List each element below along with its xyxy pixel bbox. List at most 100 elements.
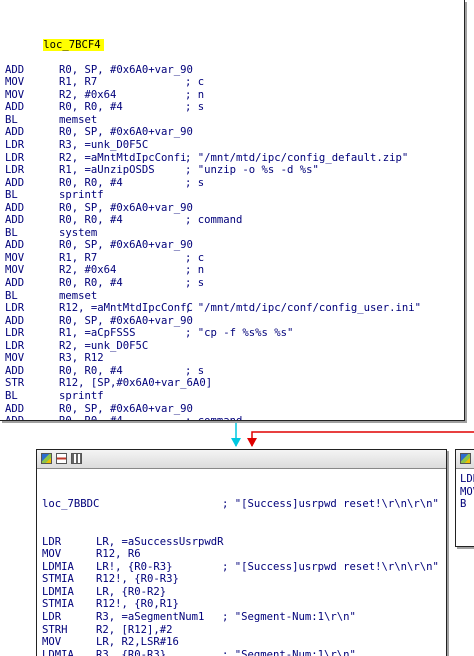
instruction-row[interactable]: LDR R1, =aUnzipOSDS ; "unzip -o %s -d %s" xyxy=(5,164,421,177)
instruction-row[interactable]: LDR R12, =aMntMtdIpcConfC; "/mnt/mtd/ipc/… xyxy=(5,302,421,315)
block-label[interactable]: loc_7BCF4 xyxy=(43,38,104,51)
comment: ; "unzip -o %s -d %s" xyxy=(185,164,319,177)
mnemonic: ADD xyxy=(5,101,25,114)
instruction-row[interactable]: BL memset xyxy=(5,114,421,127)
node-titlebar xyxy=(456,450,474,469)
instruction-row[interactable]: ADD R0, R0, #4 ; s xyxy=(5,101,421,114)
instruction-row[interactable]: ADD R0, SP, #0x6A0+var_90 xyxy=(5,64,421,77)
instruction-row[interactable]: ADD R0, SP, #0x6A0+var_90 xyxy=(5,202,421,215)
comment: ; command xyxy=(185,415,242,420)
instruction-row[interactable]: LDMIA LR, {R0-R2} xyxy=(42,586,439,599)
instruction-row[interactable]: ADD R0, SP, #0x6A0+var_90 xyxy=(5,315,421,328)
instruction-row[interactable]: MOV R12, R6 xyxy=(42,548,439,561)
mnemonic: STRH xyxy=(42,623,68,636)
mnemonic: LDR xyxy=(5,139,25,152)
color-icon[interactable] xyxy=(41,453,52,464)
instruction-row[interactable]: B xyxy=(460,498,474,511)
instruction-row[interactable]: ADD R0, R0, #4 ; s xyxy=(5,277,421,290)
operands: memset xyxy=(59,289,98,302)
instruction-row[interactable]: MOV R3, R12 xyxy=(5,352,421,365)
mnemonic: LDR xyxy=(42,535,62,548)
mnemonic: ADD xyxy=(5,214,25,227)
operands: R2, =aMntMtdIpcConfi xyxy=(59,151,187,164)
operands: R2, [R12],#2 xyxy=(96,623,173,636)
mnemonic: MOV xyxy=(42,548,62,561)
instruction-row[interactable]: ADD R0, SP, #0x6A0+var_90 xyxy=(5,126,421,139)
instruction-row[interactable]: ADD R0, SP, #0x6A0+var_90 xyxy=(5,239,421,252)
color-icon[interactable] xyxy=(460,453,471,464)
edge-red-arrow xyxy=(247,438,257,447)
instruction-row[interactable]: ADD R0, R0, #4 ; s xyxy=(5,365,421,378)
operands: R0, SP, #0x6A0+var_90 xyxy=(59,239,193,252)
instruction-row[interactable]: MOV R1, R7 ; c xyxy=(5,252,421,265)
mnemonic: STMIA xyxy=(42,598,74,611)
instruction-row[interactable]: LDR R2, =unk_D0F5C xyxy=(5,340,421,353)
comment: ; "/mnt/mtd/ipc/conf/config_user.ini" xyxy=(185,302,421,315)
comment: ; "[Success]usrpwd reset!\r\n\r\n" xyxy=(222,560,439,573)
instruction-row[interactable]: ADD R0, SP, #0x6A0+var_90 xyxy=(5,403,421,416)
group-icon[interactable] xyxy=(71,453,82,464)
operands: R12, [SP,#0x6A0+var_6A0] xyxy=(59,377,213,390)
instruction-row[interactable]: BL memset xyxy=(5,290,421,303)
instruction-row[interactable]: LDMIA LR!, {R0-R3} ; "[Success]usrpwd rese… xyxy=(42,561,439,574)
basic-block-loc-7bbdc[interactable]: loc_7BBDC ; "[Success]usrpwd reset!\r\n\… xyxy=(36,449,447,656)
instruction-row[interactable]: STMIA R12!, {R0,R1} xyxy=(42,598,439,611)
mnemonic: ADD xyxy=(5,201,25,214)
edge-cyan-arrow xyxy=(231,438,241,447)
operands: R0, R0, #4 xyxy=(59,214,123,227)
operands: R0, SP, #0x6A0+var_90 xyxy=(59,314,193,327)
basic-block-loc-7bcf4[interactable]: loc_7BCF4 ADD R0, SP, #0x6A0+var_90 MOV R1,… xyxy=(0,0,465,421)
instruction-row[interactable]: MOV R1, R7 ; c xyxy=(5,76,421,89)
instruction-row[interactable]: LDR R3, =aSegmentNum1 ; "Segment-Num:1\r\n… xyxy=(42,611,439,624)
comment: ; "Segment-Num:1\r\n" xyxy=(222,611,356,624)
operands: R12!, {R0,R1} xyxy=(96,598,179,611)
operands: sprintf xyxy=(59,189,104,202)
instruction-row[interactable]: LDR xyxy=(460,473,474,486)
instruction-row[interactable]: BL system xyxy=(5,227,421,240)
instruction-row[interactable]: LDR R3, =unk_D0F5C xyxy=(5,139,421,152)
instruction-row[interactable]: ADD R0, R0, #4 ; s xyxy=(5,177,421,190)
operands: LR, =aSuccessUsrpwdR xyxy=(96,535,224,548)
mnemonic: LDR xyxy=(5,339,25,352)
operands: R0, SP, #0x6A0+var_90 xyxy=(59,126,193,139)
mnemonic: STR xyxy=(5,377,25,390)
instruction-row[interactable]: MOV R2, #0x64 ; n xyxy=(5,264,421,277)
instruction-row[interactable]: MOV xyxy=(460,486,474,499)
mnemonic: BL xyxy=(5,226,18,239)
operands: R0, R0, #4 xyxy=(59,176,123,189)
mnemonic: ADD xyxy=(5,63,25,76)
instruction-row[interactable]: STR R12, [SP,#0x6A0+var_6A0] xyxy=(5,377,421,390)
instruction-row[interactable]: STRH R2, [R12],#2 xyxy=(42,624,439,637)
instruction-row[interactable]: MOV R2, #0x64 ; n xyxy=(5,89,421,102)
operands: R0, SP, #0x6A0+var_90 xyxy=(59,63,193,76)
instruction-row[interactable]: LDR R1, =aCpFSSS ; "cp -f %s%s %s" xyxy=(5,327,421,340)
mnemonic: ADD xyxy=(5,126,25,139)
node-titlebar xyxy=(37,450,446,469)
instruction-row[interactable]: ADDR0, R0, #4; command xyxy=(5,214,421,227)
instruction-row[interactable]: STMIA R12!, {R0-R3} xyxy=(42,573,439,586)
mnemonic: ADD xyxy=(5,402,25,415)
operands: R3, =aSegmentNum1 xyxy=(96,611,205,624)
instruction-row[interactable]: MOV LR, R2,LSR#16 xyxy=(42,636,439,649)
graph-icon[interactable] xyxy=(56,453,67,464)
operands: R2, =unk_D0F5C xyxy=(59,339,149,352)
instruction-row[interactable]: BL sprintf xyxy=(5,189,421,202)
instruction-row[interactable]: LDR R2, =aMntMtdIpcConfi; "/mnt/mtd/ipc/c… xyxy=(5,152,421,165)
block-label[interactable]: loc_7BBDC xyxy=(42,498,222,511)
mnemonic: ADD xyxy=(5,415,59,420)
instruction-row[interactable]: LDR LR, =aSuccessUsrpwdR xyxy=(42,536,439,549)
comment: ; n xyxy=(185,264,205,277)
basic-block-partial[interactable]: LDRMOVB xyxy=(455,449,474,547)
mnemonic: BL xyxy=(5,389,18,402)
comment: ; "cp -f %s%s %s" xyxy=(185,327,294,340)
comment: ; s xyxy=(185,364,205,377)
operands: R2, #0x64 xyxy=(59,264,117,277)
operands: R3, =unk_D0F5C xyxy=(59,139,149,152)
instruction-row[interactable]: ADDR0, R0, #4; command xyxy=(5,415,421,420)
mnemonic: LDMIA xyxy=(42,560,74,573)
operands: LR, R2,LSR#16 xyxy=(96,636,179,649)
operands: R1, =aCpFSSS xyxy=(59,327,136,340)
mnemonic: LDR xyxy=(42,611,62,624)
instruction-row[interactable]: BL sprintf xyxy=(5,390,421,403)
mnemonic: MOV xyxy=(5,76,25,89)
